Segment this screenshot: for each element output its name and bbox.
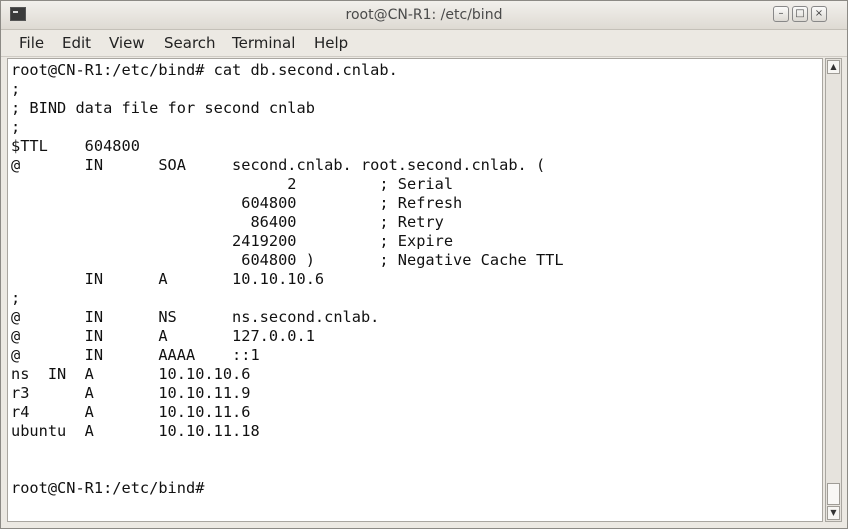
terminal-line: r4 A 10.10.11.6 <box>11 403 251 421</box>
terminal-output[interactable]: root@CN-R1:/etc/bind# cat db.second.cnla… <box>7 58 823 522</box>
scroll-up-arrow[interactable]: ▲ <box>827 60 840 74</box>
terminal-line: ns IN A 10.10.10.6 <box>11 365 251 383</box>
minimize-button[interactable]: – <box>773 6 789 22</box>
terminal-line: 86400 ; Retry <box>11 213 444 231</box>
menu-bar: File Edit View Search Terminal Help <box>1 30 847 57</box>
terminal-window: root@CN-R1: /etc/bind – □ × File Edit Vi… <box>0 0 848 529</box>
window-title: root@CN-R1: /etc/bind <box>345 7 503 23</box>
terminal-line: IN A 10.10.10.6 <box>11 270 325 288</box>
terminal-line: r3 A 10.10.11.9 <box>11 384 251 402</box>
scroll-down-arrow[interactable]: ▼ <box>827 506 840 520</box>
menu-search[interactable]: Search <box>164 34 216 52</box>
terminal-line: 2 ; Serial <box>11 175 454 193</box>
menu-terminal[interactable]: Terminal <box>232 34 295 52</box>
terminal-line: @ IN NS ns.second.cnlab. <box>11 308 380 326</box>
vertical-scrollbar[interactable]: ▲ ▼ <box>825 58 842 522</box>
menu-help[interactable]: Help <box>314 34 348 52</box>
scrollbar-thumb[interactable] <box>827 483 840 505</box>
terminal-line: @ IN A 127.0.0.1 <box>11 327 315 345</box>
menu-view[interactable]: View <box>109 34 145 52</box>
terminal-line: 604800 ) ; Negative Cache TTL <box>11 251 564 269</box>
terminal-line: ; <box>11 289 21 307</box>
maximize-button[interactable]: □ <box>792 6 808 22</box>
terminal-line: 2419200 ; Expire <box>11 232 454 250</box>
terminal-line: root@CN-R1:/etc/bind# cat db.second.cnla… <box>11 61 398 79</box>
terminal-line: ; <box>11 80 21 98</box>
terminal-line: ; <box>11 118 21 136</box>
terminal-prompt-line[interactable]: root@CN-R1:/etc/bind# <box>11 479 204 498</box>
terminal-line: @ IN SOA second.cnlab. root.second.cnlab… <box>11 156 546 174</box>
title-bar[interactable]: root@CN-R1: /etc/bind – □ × <box>1 1 847 30</box>
terminal-line: 604800 ; Refresh <box>11 194 463 212</box>
terminal-line: $TTL 604800 <box>11 137 140 155</box>
close-button[interactable]: × <box>811 6 827 22</box>
terminal-line: ; BIND data file for second cnlab <box>11 99 315 117</box>
menu-edit[interactable]: Edit <box>62 34 91 52</box>
terminal-line: ubuntu A 10.10.11.18 <box>11 422 260 440</box>
terminal-line: @ IN AAAA ::1 <box>11 346 260 364</box>
menu-file[interactable]: File <box>19 34 44 52</box>
